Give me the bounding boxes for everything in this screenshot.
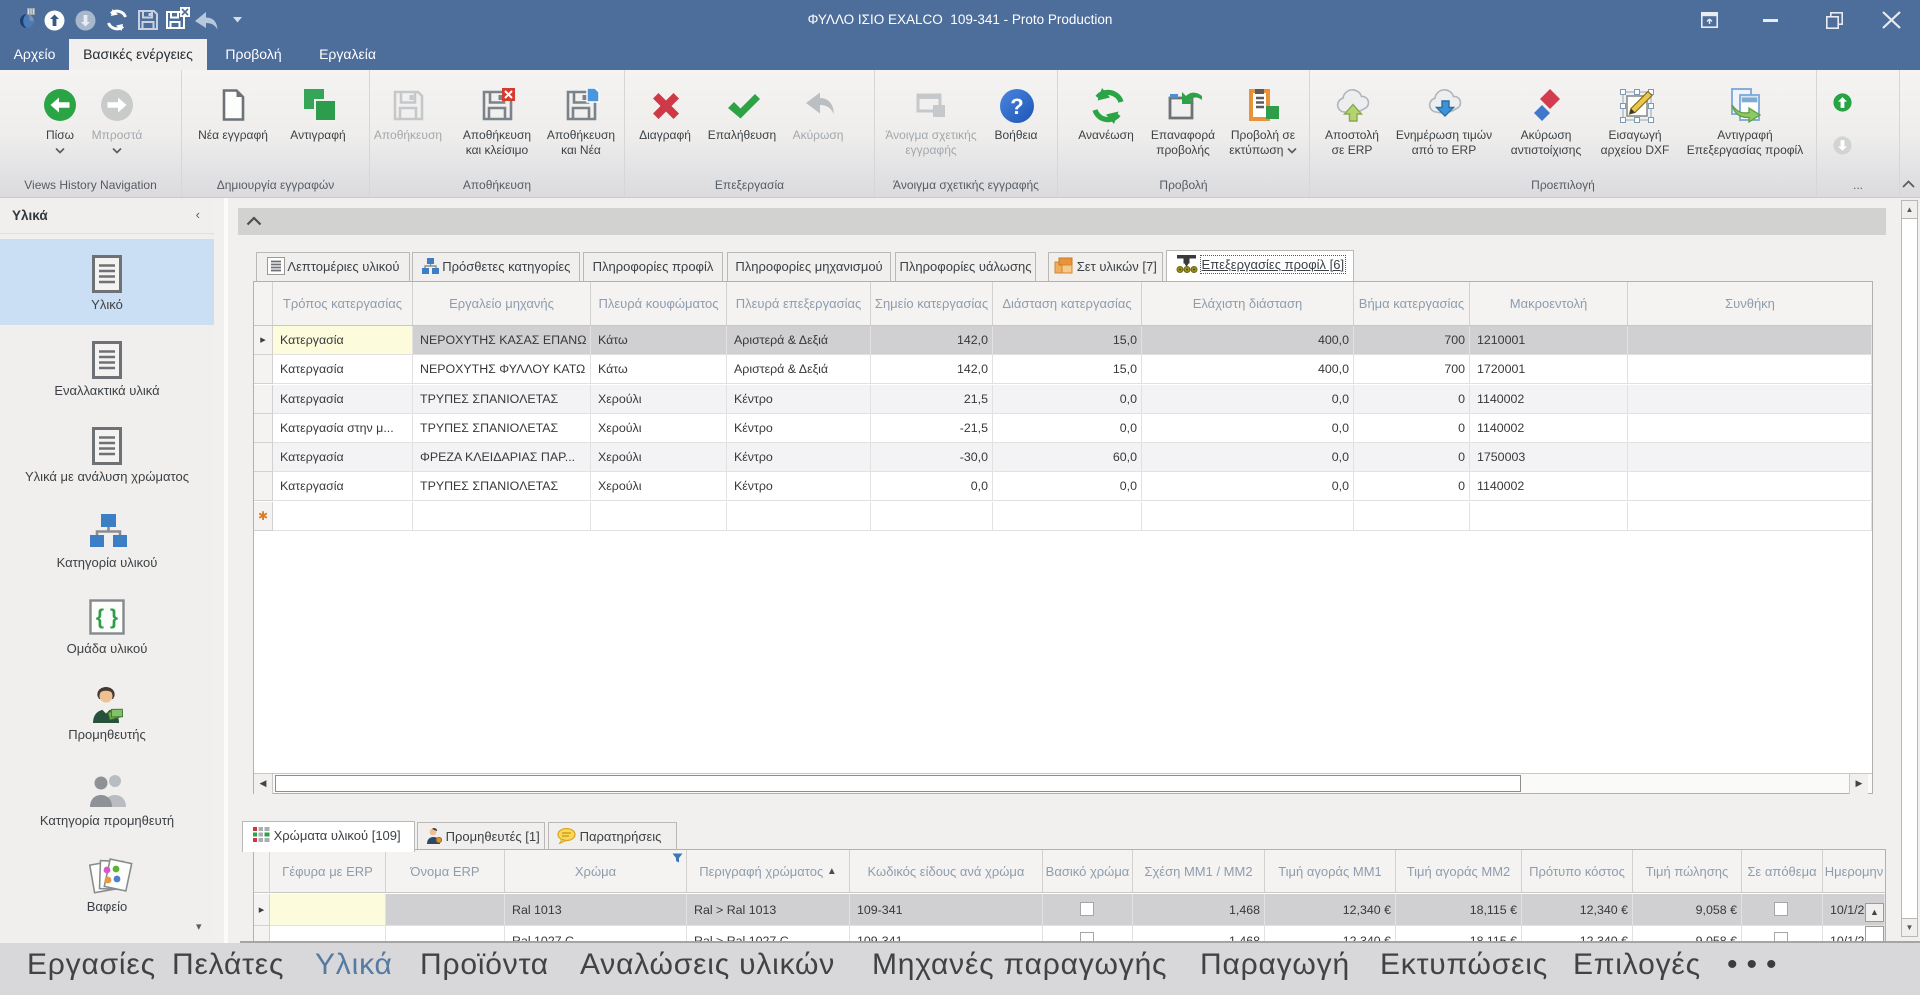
- svg-text:{ }: { }: [96, 606, 118, 629]
- svg-text:?: ?: [1010, 94, 1023, 119]
